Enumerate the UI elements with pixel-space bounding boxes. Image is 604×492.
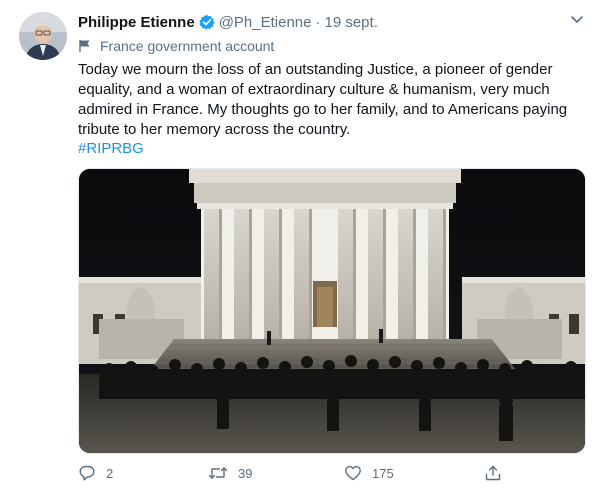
tweet-header: Philippe Etienne @Ph_Etienne · 19 sept. [78, 12, 378, 32]
tweet-actions: 2 39 175 [78, 464, 508, 486]
avatar[interactable] [19, 12, 67, 60]
separator-dot: · [315, 13, 321, 31]
tweet-photo[interactable] [78, 168, 586, 454]
share-button[interactable] [484, 464, 512, 482]
like-button[interactable]: 175 [344, 464, 394, 482]
retweet-icon [208, 467, 228, 479]
hashtag-link[interactable]: #RIPRBG [78, 140, 144, 157]
author-name[interactable]: Philippe Etienne [78, 14, 195, 31]
tweet-text: Today we mourn the loss of an outstandin… [78, 61, 568, 138]
account-label-text: France government account [100, 38, 275, 54]
retweet-count: 39 [238, 465, 253, 481]
chevron-down-icon[interactable] [568, 10, 586, 28]
verified-badge-icon [199, 14, 215, 30]
reply-count: 2 [106, 465, 114, 481]
share-icon [485, 465, 501, 481]
reply-button[interactable]: 2 [78, 464, 113, 482]
flag-icon [79, 40, 90, 52]
tweet-card[interactable]: Philippe Etienne @Ph_Etienne · 19 sept. … [0, 0, 604, 492]
heart-icon [345, 465, 361, 481]
like-count: 175 [372, 465, 394, 481]
government-account-label: France government account [78, 38, 274, 54]
tweet-date[interactable]: 19 sept. [324, 14, 377, 31]
reply-icon [79, 465, 95, 481]
author-handle[interactable]: @Ph_Etienne [219, 14, 312, 31]
retweet-button[interactable]: 39 [208, 464, 252, 482]
